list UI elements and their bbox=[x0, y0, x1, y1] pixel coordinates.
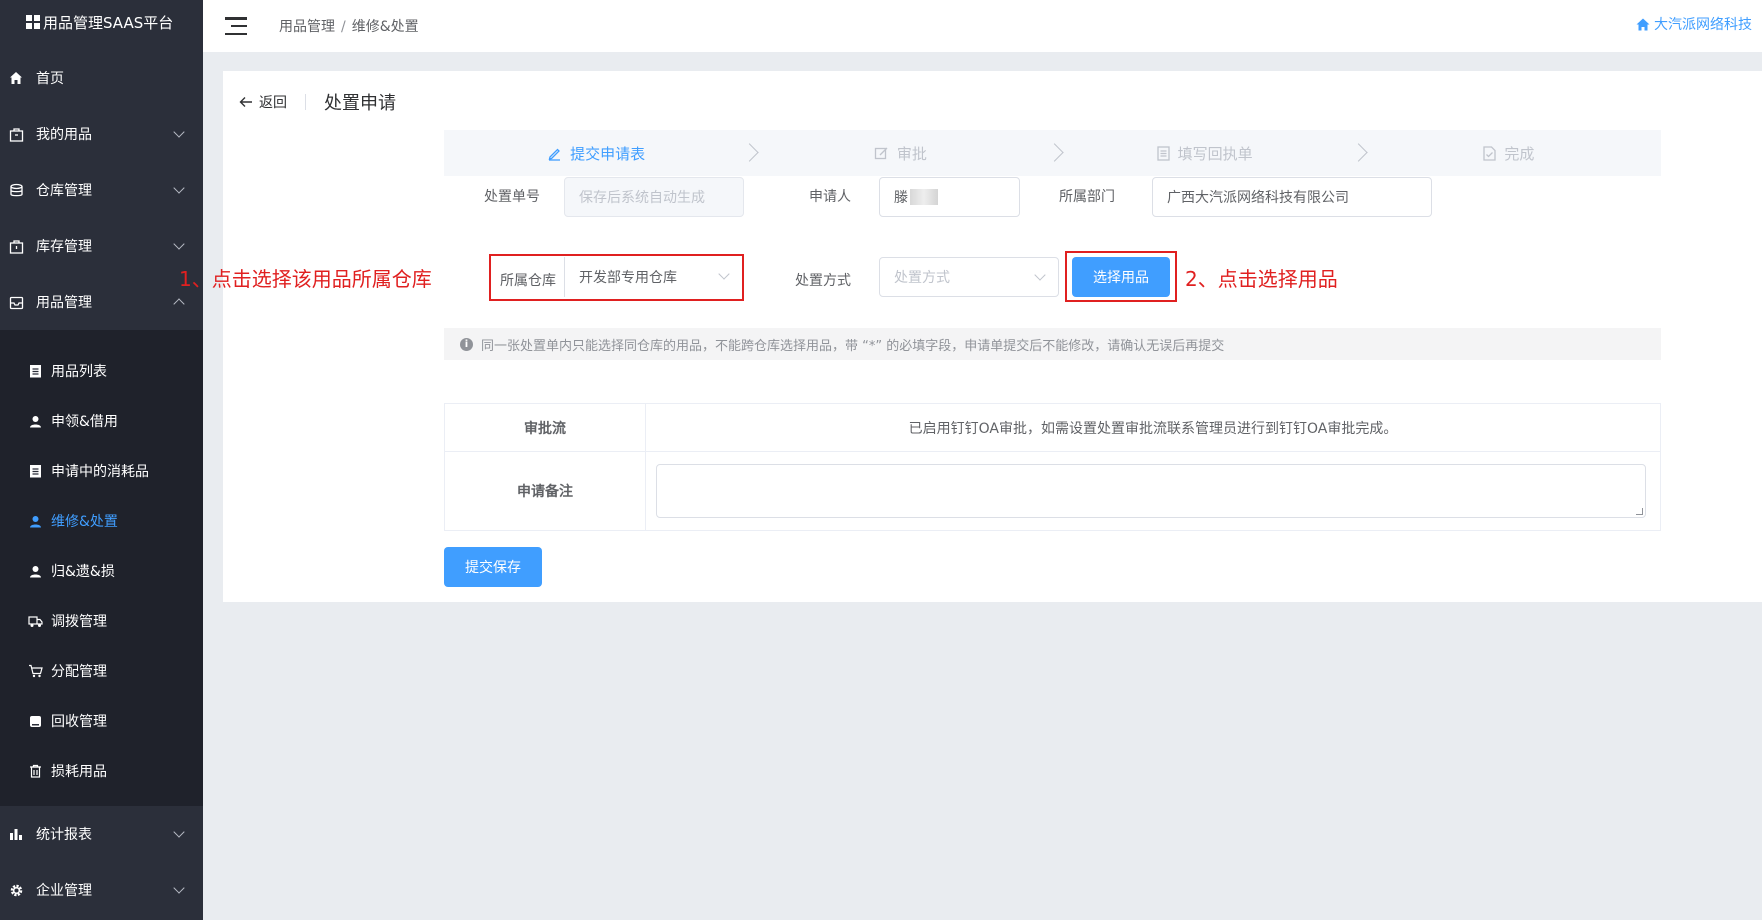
grid-icon bbox=[26, 15, 40, 29]
chevron-down-icon bbox=[173, 882, 185, 894]
breadcrumb-item-current: 维修&处置 bbox=[351, 19, 419, 35]
arrow-left-icon bbox=[239, 97, 252, 107]
select-goods-button[interactable]: 选择用品 bbox=[1072, 257, 1170, 297]
gear-icon bbox=[8, 882, 24, 898]
chevron-up-icon bbox=[173, 298, 185, 310]
flow-value: 已启用钉钉OA审批，如需设置处置审批流联系管理员进行到钉钉OA审批完成。 bbox=[908, 420, 1398, 437]
user-icon bbox=[27, 413, 43, 429]
edit-icon bbox=[547, 146, 562, 161]
applicant-label: 申请人 bbox=[809, 189, 851, 205]
annotation-select-warehouse: 1、点击选择该用品所属仓库 bbox=[179, 267, 432, 291]
sidebar-item-reports[interactable]: 统计报表 bbox=[0, 806, 203, 862]
step-label: 完成 bbox=[1504, 144, 1535, 163]
submenu-goods-management: 用品列表 申领&借用 申请中的消耗品 维修&处置 归&遗&损 调拨管理 分配管理 bbox=[0, 330, 203, 806]
step-complete: 完成 bbox=[1357, 130, 1661, 176]
company-link[interactable]: 大汽派网络科技 bbox=[1636, 14, 1752, 34]
dept-label: 所属部门 bbox=[1059, 189, 1115, 205]
edit-box-icon bbox=[874, 146, 889, 161]
warehouse-select[interactable]: 开发部专用仓库 bbox=[564, 257, 742, 297]
step-approval: 审批 bbox=[748, 130, 1064, 176]
recycle-icon bbox=[27, 713, 43, 729]
truck-icon bbox=[27, 613, 43, 629]
sidebar-item-loss-goods[interactable]: 损耗用品 bbox=[0, 746, 203, 796]
database-icon bbox=[8, 182, 24, 198]
sidebar-item-goods-list[interactable]: 用品列表 bbox=[0, 346, 203, 396]
inbox-icon bbox=[8, 294, 24, 310]
method-select[interactable]: 处置方式 bbox=[879, 257, 1059, 297]
menu-toggle-icon[interactable] bbox=[225, 17, 247, 35]
main-card: 返回 处置申请 提交申请表 审批 填写回执单 完成 处置单号 保存后系统自动生成… bbox=[179, 71, 1762, 602]
company-name: 大汽派网络科技 bbox=[1654, 17, 1752, 33]
chevron-down-icon bbox=[1034, 269, 1046, 281]
step-receipt: 填写回执单 bbox=[1053, 130, 1368, 176]
steps-bar: 提交申请表 审批 填写回执单 完成 bbox=[444, 130, 1661, 176]
order-no-field: 保存后系统自动生成 bbox=[564, 177, 744, 217]
dept-field[interactable]: 广西大汽派网络科技有限公司 bbox=[1152, 177, 1432, 217]
user-icon bbox=[27, 563, 43, 579]
sidebar-item-return-lost-damaged[interactable]: 归&遗&损 bbox=[0, 546, 203, 596]
divider bbox=[305, 94, 306, 110]
annotation-select-goods: 2、点击选择用品 bbox=[1185, 267, 1338, 291]
applicant-field[interactable]: 滕 bbox=[879, 177, 1020, 217]
back-label: 返回 bbox=[259, 95, 287, 111]
order-no-label: 处置单号 bbox=[484, 189, 540, 205]
trash-icon bbox=[27, 763, 43, 779]
top-header: 用品管理 / 维修&处置 大汽派网络科技 bbox=[203, 0, 1762, 52]
sidebar-item-repair-disposal[interactable]: 维修&处置 bbox=[0, 496, 203, 546]
remark-label: 申请备注 bbox=[445, 452, 646, 530]
chevron-down-icon bbox=[173, 182, 185, 194]
breadcrumb-separator: / bbox=[341, 19, 346, 35]
step-label: 提交申请表 bbox=[570, 144, 646, 163]
check-doc-icon bbox=[1483, 145, 1497, 161]
breadcrumb: 用品管理 / 维修&处置 bbox=[279, 16, 419, 36]
step-submit-form: 提交申请表 bbox=[444, 130, 759, 176]
sidebar-item-warehouse[interactable]: 仓库管理 bbox=[0, 162, 203, 218]
info-icon: i bbox=[460, 337, 473, 351]
chevron-down-icon bbox=[718, 268, 730, 280]
app-logo[interactable]: 用品管理SAAS平台 bbox=[0, 0, 203, 44]
app-title: 用品管理SAAS平台 bbox=[43, 13, 174, 32]
breadcrumb-item[interactable]: 用品管理 bbox=[279, 19, 335, 35]
user-icon bbox=[27, 513, 43, 529]
sidebar-item-allocation[interactable]: 分配管理 bbox=[0, 646, 203, 696]
flow-label: 审批流 bbox=[445, 404, 646, 451]
bar-chart-icon bbox=[8, 826, 24, 842]
sidebar: 用品管理SAAS平台 首页 我的用品 仓库管理 库存管理 用品管理 用品列表 申… bbox=[0, 0, 203, 920]
box-icon bbox=[8, 238, 24, 254]
sidebar-item-recycle[interactable]: 回收管理 bbox=[0, 696, 203, 746]
warehouse-label: 所属仓库 bbox=[500, 273, 556, 289]
sidebar-item-goods-management[interactable]: 用品管理 bbox=[0, 274, 203, 330]
chevron-down-icon bbox=[173, 126, 185, 138]
page-header: 返回 处置申请 bbox=[239, 89, 396, 115]
chevron-down-icon bbox=[173, 238, 185, 250]
remark-textarea[interactable] bbox=[656, 464, 1646, 518]
step-label: 审批 bbox=[896, 144, 927, 163]
sidebar-item-home[interactable]: 首页 bbox=[0, 50, 203, 106]
method-label: 处置方式 bbox=[795, 273, 851, 289]
sidebar-item-enterprise[interactable]: 企业管理 bbox=[0, 862, 203, 918]
sidebar-item-inventory[interactable]: 库存管理 bbox=[0, 218, 203, 274]
tip-text: 同一张处置单内只能选择同仓库的用品，不能跨仓库选择用品，带 “*” 的必填字段，… bbox=[481, 338, 1225, 354]
sidebar-item-transfer[interactable]: 调拨管理 bbox=[0, 596, 203, 646]
chevron-down-icon bbox=[173, 826, 185, 838]
bag-icon bbox=[8, 126, 24, 142]
table-row: 审批流 已启用钉钉OA审批，如需设置处置审批流联系管理员进行到钉钉OA审批完成。 bbox=[445, 404, 1660, 452]
cart-icon bbox=[27, 663, 43, 679]
sidebar-item-pending-consumables[interactable]: 申请中的消耗品 bbox=[0, 446, 203, 496]
document-icon bbox=[1156, 145, 1170, 161]
home-icon bbox=[8, 70, 24, 86]
blurred-name bbox=[910, 189, 938, 205]
home-icon bbox=[1636, 18, 1650, 30]
step-label: 填写回执单 bbox=[1177, 144, 1253, 163]
info-tip: i 同一张处置单内只能选择同仓库的用品，不能跨仓库选择用品，带 “*” 的必填字… bbox=[444, 328, 1661, 360]
back-button[interactable]: 返回 bbox=[239, 92, 287, 112]
clipboard-icon bbox=[27, 463, 43, 479]
form-table: 审批流 已启用钉钉OA审批，如需设置处置审批流联系管理员进行到钉钉OA审批完成。… bbox=[444, 403, 1661, 531]
submit-save-button[interactable]: 提交保存 bbox=[444, 547, 542, 587]
page-title: 处置申请 bbox=[324, 93, 396, 114]
sidebar-item-my-goods[interactable]: 我的用品 bbox=[0, 106, 203, 162]
clipboard-icon bbox=[27, 363, 43, 379]
sidebar-item-apply-borrow[interactable]: 申领&借用 bbox=[0, 396, 203, 446]
table-row: 申请备注 bbox=[445, 452, 1660, 530]
